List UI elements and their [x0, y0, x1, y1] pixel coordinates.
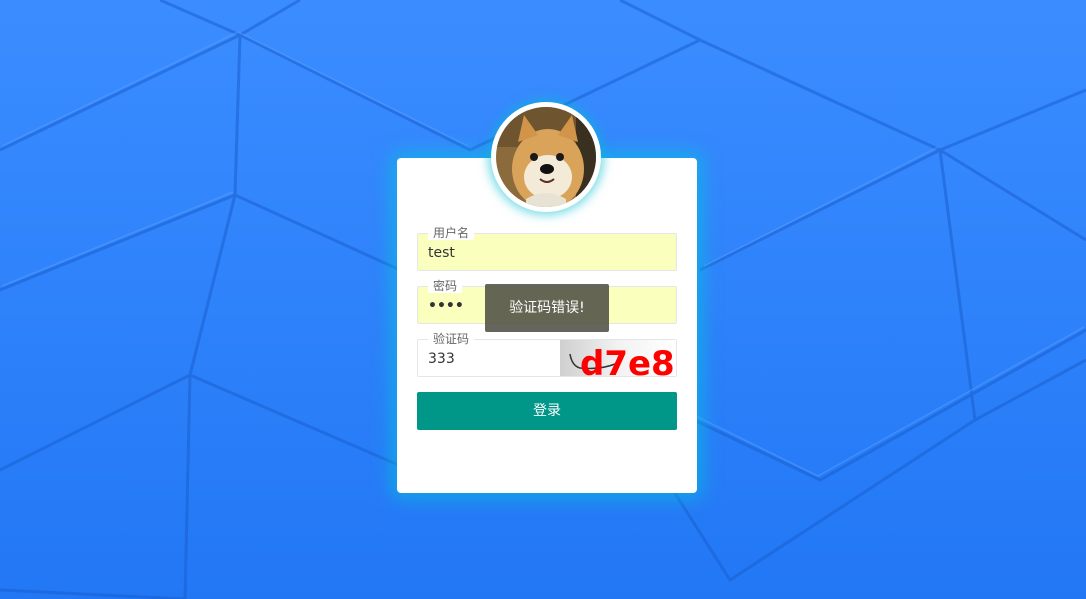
captcha-field[interactable]: 验证码 333 d7e8 — [417, 332, 677, 377]
username-field[interactable]: 用户名 test — [417, 226, 677, 271]
error-toast: 验证码错误! — [485, 284, 609, 332]
login-button[interactable]: 登录 — [417, 392, 677, 430]
username-value: test — [428, 245, 455, 261]
captcha-text: d7e8 — [580, 344, 675, 376]
captcha-image[interactable]: d7e8 — [560, 340, 676, 376]
avatar — [491, 102, 601, 212]
captcha-value: 333 — [428, 351, 455, 367]
shiba-dog-avatar-icon — [496, 107, 596, 207]
password-label: 密码 — [428, 279, 463, 293]
captcha-label: 验证码 — [428, 332, 475, 346]
username-label: 用户名 — [428, 226, 475, 240]
password-value: •••• — [428, 298, 464, 314]
